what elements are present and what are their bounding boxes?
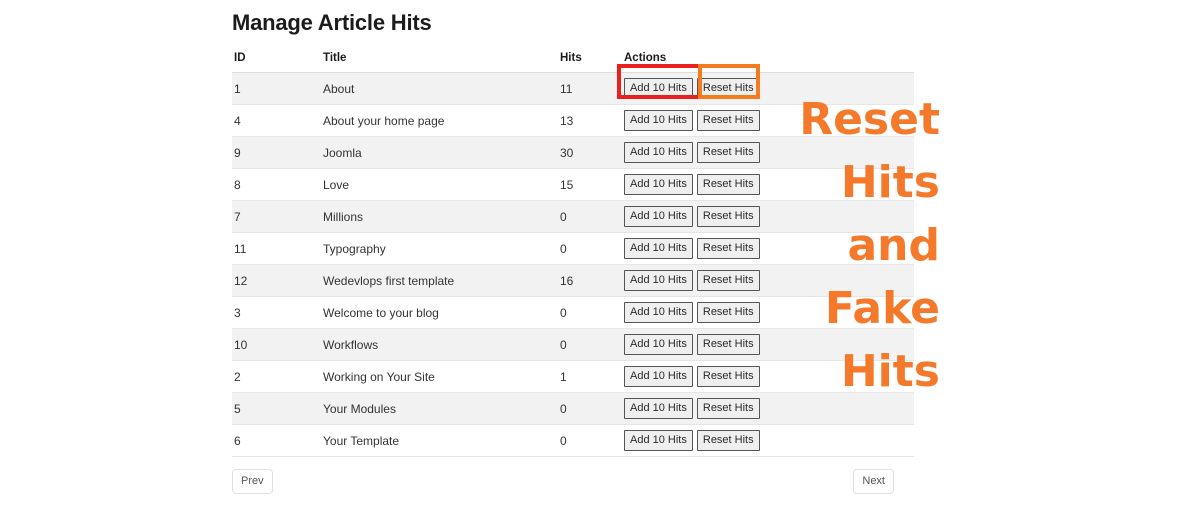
- cell-hits: 30: [558, 137, 622, 169]
- add-10-hits-button[interactable]: Add 10 Hits: [624, 366, 693, 387]
- cell-hits: 0: [558, 425, 622, 457]
- cell-actions: Add 10 HitsReset Hits: [622, 201, 914, 233]
- page-root: Manage Article Hits ID Title Hits Action…: [0, 0, 1200, 525]
- cell-id: 1: [232, 73, 278, 105]
- cell-id: 4: [232, 105, 278, 137]
- column-header-title: Title: [278, 48, 558, 73]
- cell-title: Welcome to your blog: [278, 297, 558, 329]
- cell-actions: Add 10 HitsReset Hits: [622, 297, 914, 329]
- add-10-hits-button[interactable]: Add 10 Hits: [624, 206, 693, 227]
- cell-id: 5: [232, 393, 278, 425]
- cell-title: Joomla: [278, 137, 558, 169]
- reset-hits-button[interactable]: Reset Hits: [697, 174, 760, 195]
- table-row: 4About your home page13Add 10 HitsReset …: [232, 105, 914, 137]
- add-10-hits-button[interactable]: Add 10 Hits: [624, 238, 693, 259]
- cell-id: 12: [232, 265, 278, 297]
- cell-hits: 0: [558, 297, 622, 329]
- table-header: ID Title Hits Actions: [232, 48, 914, 73]
- cell-title: Your Template: [278, 425, 558, 457]
- add-10-hits-button[interactable]: Add 10 Hits: [624, 302, 693, 323]
- cell-id: 7: [232, 201, 278, 233]
- cell-hits: 16: [558, 265, 622, 297]
- add-10-hits-button[interactable]: Add 10 Hits: [624, 430, 693, 451]
- prev-page-button[interactable]: Prev: [232, 469, 273, 494]
- cell-actions: Add 10 HitsReset Hits: [622, 105, 914, 137]
- table-row: 7Millions0Add 10 HitsReset Hits: [232, 201, 914, 233]
- table-header-row: ID Title Hits Actions: [232, 48, 914, 73]
- cell-id: 8: [232, 169, 278, 201]
- cell-id: 2: [232, 361, 278, 393]
- cell-hits: 1: [558, 361, 622, 393]
- column-header-id: ID: [232, 48, 278, 73]
- cell-actions: Add 10 HitsReset Hits: [622, 233, 914, 265]
- reset-hits-button[interactable]: Reset Hits: [697, 238, 760, 259]
- reset-hits-button[interactable]: Reset Hits: [697, 206, 760, 227]
- table-row: 5Your Modules0Add 10 HitsReset Hits: [232, 393, 914, 425]
- cell-hits: 0: [558, 329, 622, 361]
- cell-actions: Add 10 HitsReset Hits: [622, 361, 914, 393]
- reset-hits-button[interactable]: Reset Hits: [697, 110, 760, 131]
- cell-title: About your home page: [278, 105, 558, 137]
- cell-actions: Add 10 HitsReset Hits: [622, 169, 914, 201]
- reset-hits-button[interactable]: Reset Hits: [697, 270, 760, 291]
- cell-id: 6: [232, 425, 278, 457]
- cell-actions: Add 10 HitsReset Hits: [622, 73, 914, 105]
- cell-actions: Add 10 HitsReset Hits: [622, 393, 914, 425]
- reset-hits-button[interactable]: Reset Hits: [697, 142, 760, 163]
- reset-hits-button[interactable]: Reset Hits: [697, 366, 760, 387]
- table-row: 2Working on Your Site1Add 10 HitsReset H…: [232, 361, 914, 393]
- cell-title: About: [278, 73, 558, 105]
- reset-hits-button[interactable]: Reset Hits: [697, 78, 760, 99]
- table-row: 3Welcome to your blog0Add 10 HitsReset H…: [232, 297, 914, 329]
- table-row: 9Joomla30Add 10 HitsReset Hits: [232, 137, 914, 169]
- add-10-hits-button[interactable]: Add 10 Hits: [624, 174, 693, 195]
- pagination: Prev Next: [232, 469, 914, 509]
- cell-id: 9: [232, 137, 278, 169]
- cell-title: Typography: [278, 233, 558, 265]
- cell-id: 10: [232, 329, 278, 361]
- column-header-actions: Actions: [622, 48, 914, 73]
- page-title: Manage Article Hits: [232, 0, 914, 38]
- table-row: 8Love15Add 10 HitsReset Hits: [232, 169, 914, 201]
- cell-title: Millions: [278, 201, 558, 233]
- table-body: 1About11Add 10 HitsReset Hits4About your…: [232, 73, 914, 457]
- cell-hits: 13: [558, 105, 622, 137]
- table-row: 12Wedevlops first template16Add 10 HitsR…: [232, 265, 914, 297]
- cell-title: Your Modules: [278, 393, 558, 425]
- add-10-hits-button[interactable]: Add 10 Hits: [624, 334, 693, 355]
- column-header-hits: Hits: [558, 48, 622, 73]
- add-10-hits-button[interactable]: Add 10 Hits: [624, 78, 693, 99]
- article-hits-table: ID Title Hits Actions 1About11Add 10 Hit…: [232, 48, 914, 457]
- cell-actions: Add 10 HitsReset Hits: [622, 329, 914, 361]
- add-10-hits-button[interactable]: Add 10 Hits: [624, 398, 693, 419]
- add-10-hits-button[interactable]: Add 10 Hits: [624, 110, 693, 131]
- cell-title: Workflows: [278, 329, 558, 361]
- add-10-hits-button[interactable]: Add 10 Hits: [624, 270, 693, 291]
- cell-id: 3: [232, 297, 278, 329]
- cell-hits: 11: [558, 73, 622, 105]
- cell-actions: Add 10 HitsReset Hits: [622, 137, 914, 169]
- cell-hits: 0: [558, 201, 622, 233]
- table-row: 11Typography0Add 10 HitsReset Hits: [232, 233, 914, 265]
- add-10-hits-button[interactable]: Add 10 Hits: [624, 142, 693, 163]
- main-content: Manage Article Hits ID Title Hits Action…: [232, 0, 914, 509]
- cell-hits: 0: [558, 233, 622, 265]
- reset-hits-button[interactable]: Reset Hits: [697, 430, 760, 451]
- table-row: 6Your Template0Add 10 HitsReset Hits: [232, 425, 914, 457]
- cell-title: Love: [278, 169, 558, 201]
- cell-title: Working on Your Site: [278, 361, 558, 393]
- cell-id: 11: [232, 233, 278, 265]
- table-row: 1About11Add 10 HitsReset Hits: [232, 73, 914, 105]
- cell-actions: Add 10 HitsReset Hits: [622, 265, 914, 297]
- cell-hits: 0: [558, 393, 622, 425]
- reset-hits-button[interactable]: Reset Hits: [697, 398, 760, 419]
- cell-actions: Add 10 HitsReset Hits: [622, 425, 914, 457]
- cell-hits: 15: [558, 169, 622, 201]
- reset-hits-button[interactable]: Reset Hits: [697, 302, 760, 323]
- table-row: 10Workflows0Add 10 HitsReset Hits: [232, 329, 914, 361]
- reset-hits-button[interactable]: Reset Hits: [697, 334, 760, 355]
- cell-title: Wedevlops first template: [278, 265, 558, 297]
- next-page-button[interactable]: Next: [853, 469, 894, 494]
